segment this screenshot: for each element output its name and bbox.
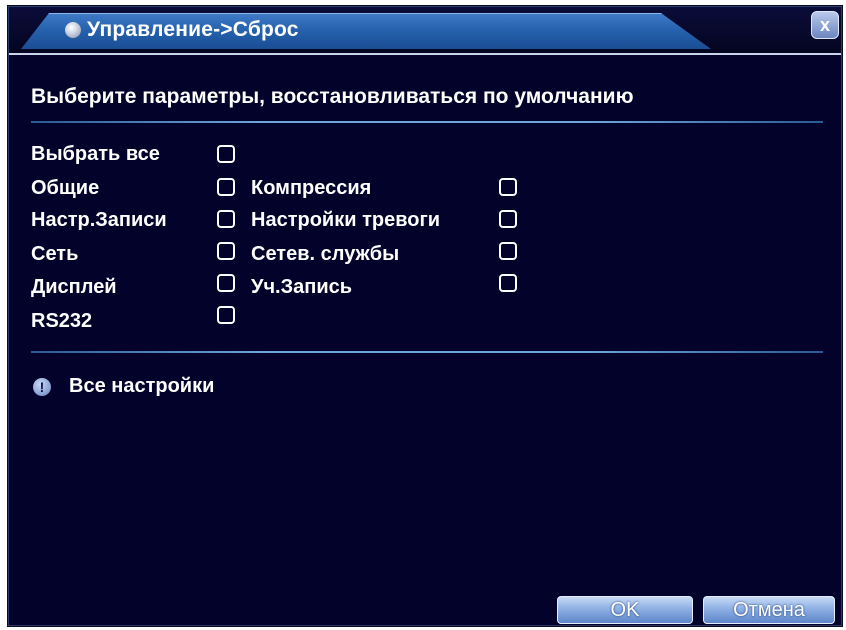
option-label-accounts: Уч.Запись [251, 276, 353, 298]
cancel-button-label: Отмена [733, 598, 805, 621]
status-text: Все настройки [69, 375, 215, 397]
option-label-record-settings: Настр.Записи [31, 209, 167, 231]
option-label-rs232: RS232 [31, 310, 93, 332]
top-separator [31, 121, 823, 123]
network-checkbox[interactable] [217, 242, 235, 260]
bottom-separator [31, 351, 823, 353]
window-icon [65, 22, 81, 38]
cancel-button[interactable]: Отмена [703, 596, 835, 624]
accounts-checkbox[interactable] [499, 274, 517, 292]
ok-button-label: OK [610, 598, 640, 621]
exclamation-icon: ! [33, 378, 51, 396]
option-label-select-all: Выбрать все [31, 143, 160, 165]
general-checkbox[interactable] [217, 178, 235, 196]
display-checkbox[interactable] [217, 274, 235, 292]
select-all-checkbox[interactable] [217, 145, 235, 163]
compression-checkbox[interactable] [499, 178, 517, 196]
close-button[interactable]: x [811, 11, 839, 39]
rs232-checkbox[interactable] [217, 306, 235, 324]
alarm-settings-checkbox[interactable] [499, 210, 517, 228]
option-label-alarm-settings: Настройки тревоги [251, 209, 441, 231]
close-icon: x [819, 14, 830, 35]
ok-button[interactable]: OK [557, 596, 693, 624]
exclamation-symbol: ! [39, 379, 45, 395]
option-label-network: Сеть [31, 243, 79, 265]
dialog-content: Выберите параметры, восстановливаться по… [9, 53, 841, 627]
option-label-general: Общие [31, 177, 100, 199]
option-label-net-services: Сетев. службы [251, 243, 400, 265]
instructions-heading: Выберите параметры, восстановливаться по… [31, 85, 634, 108]
option-label-display: Дисплей [31, 276, 117, 298]
window-title: Управление->Сброс [87, 18, 299, 41]
option-label-compression: Компрессия [251, 177, 372, 199]
record-settings-checkbox[interactable] [217, 210, 235, 228]
net-services-checkbox[interactable] [499, 242, 517, 260]
title-bar: Управление->Сброс x [9, 7, 841, 53]
reset-dialog: Управление->Сброс x Выберите параметры, … [8, 6, 842, 626]
